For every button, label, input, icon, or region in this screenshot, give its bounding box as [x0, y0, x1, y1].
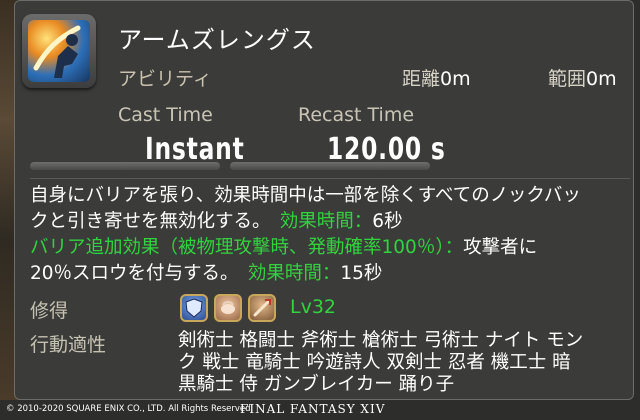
action-name: アームズレングス: [118, 26, 316, 54]
radius-info: 範囲0m: [548, 64, 617, 91]
duration-label: 効果時間：: [279, 211, 373, 232]
job-line-2: ク 戦士 竜騎士 吟遊詩人 双剣士 忍者 機工士 暗: [178, 352, 571, 373]
healer-role-icon: [214, 294, 242, 322]
job-list: 剣術士 格闘士 斧術士 槍術士 弓術士 ナイト モン ク 戦士 竜騎士 吟遊詩人…: [178, 330, 628, 396]
range-info: 距離0m: [402, 64, 471, 91]
job-line-3: 黒騎士 侍 ガンブレイカー 踊り子: [178, 374, 455, 395]
cast-time-label: Cast Time: [118, 104, 213, 126]
cast-time-bar: [30, 162, 220, 170]
radius-value: 0m: [586, 68, 617, 90]
barrier-effect-label: バリア追加効果（被物理攻撃時、発動確率100％）：: [30, 237, 464, 258]
desc-line-3: バリア追加効果（被物理攻撃時、発動確率100％）：攻撃者に: [30, 237, 538, 258]
arms-length-icon: [28, 20, 90, 82]
duration-value: 6秒: [372, 211, 403, 232]
tank-role-icon: [180, 294, 208, 322]
section-divider: [30, 178, 630, 179]
desc-line-1: 自身にバリアを張り、効果時間中は一部を除くすべてのノックバッ: [30, 185, 581, 206]
action-category: アビリティ: [118, 68, 212, 90]
recast-time-bar: [230, 162, 430, 170]
duration-value-2: 15秒: [340, 263, 383, 284]
action-icon-frame: [22, 14, 96, 88]
game-logo: FINAL FANTASY XIV: [240, 402, 386, 416]
range-value: 0m: [440, 68, 471, 90]
recast-time-label: Recast Time: [298, 104, 415, 126]
radius-label: 範囲: [548, 68, 587, 90]
dps-role-icon: [248, 294, 276, 322]
acquire-label: 修得: [30, 300, 69, 322]
job-line-1: 剣術士 格闘士 斧術士 槍術士 弓術士 ナイト モン: [178, 330, 584, 351]
jobs-label: 行動適性: [30, 334, 107, 356]
desc-line-2: クと引き寄せを無効化する。 効果時間：6秒: [30, 211, 403, 232]
range-label: 距離: [402, 68, 441, 90]
copyright-text: © 2010-2020 SQUARE ENIX CO., LTD. All Ri…: [6, 404, 254, 414]
acquire-level: Lv32: [290, 296, 337, 318]
action-description: 自身にバリアを張り、効果時間中は一部を除くすべてのノックバッ クと引き寄せを無効…: [30, 183, 620, 287]
duration-label-2: 効果時間：: [247, 263, 341, 284]
desc-line-4: 20％スロウを付与する。 効果時間：15秒: [30, 263, 383, 284]
